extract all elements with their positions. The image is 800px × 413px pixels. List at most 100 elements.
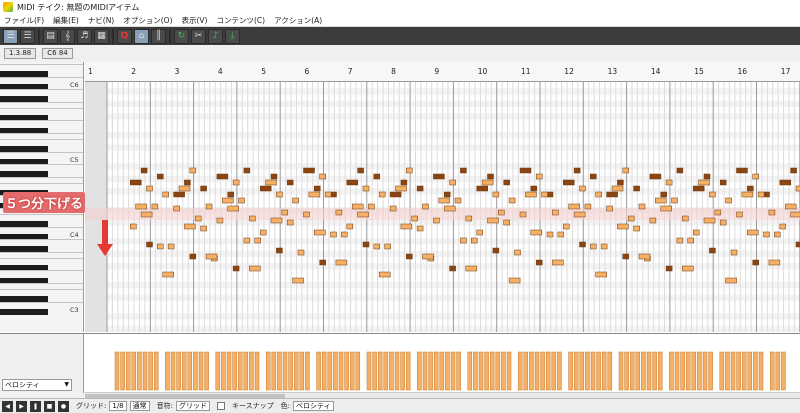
octave-label-c6: C6 bbox=[70, 81, 79, 89]
download-icon[interactable]: ⤓ bbox=[225, 28, 240, 44]
midi-note bbox=[698, 179, 710, 186]
velocity-bar bbox=[741, 351, 747, 391]
treble-clef-icon[interactable]: 𝄞 bbox=[60, 28, 75, 44]
velocity-bar bbox=[545, 351, 551, 391]
midi-note bbox=[622, 253, 630, 260]
midi-note bbox=[286, 179, 294, 186]
midi-note bbox=[752, 173, 759, 180]
midi-note bbox=[460, 167, 467, 174]
midi-note bbox=[487, 217, 499, 224]
midi-note bbox=[216, 217, 224, 224]
arrow-head-icon bbox=[97, 244, 113, 256]
note-pitch-display[interactable]: C6 84 bbox=[42, 47, 73, 59]
white-key-divider bbox=[0, 120, 83, 122]
velocity-bar bbox=[652, 351, 657, 391]
velocity-bar bbox=[691, 351, 697, 391]
menu-view[interactable]: 表示(V) bbox=[182, 15, 208, 26]
measure-number: 17 bbox=[780, 67, 791, 76]
note-grid[interactable] bbox=[85, 82, 800, 332]
timeline-ruler[interactable]: 1 2 3 4 5 6 7 8 9 10 11 12 13 14 15 16 17 bbox=[85, 62, 800, 82]
stop-icon[interactable]: ■ bbox=[44, 400, 55, 412]
velocity-bar bbox=[204, 351, 209, 391]
velocity-bar bbox=[131, 351, 137, 391]
velocity-bar bbox=[747, 351, 753, 391]
menu-edit[interactable]: 編集(E) bbox=[53, 15, 79, 26]
velocity-bars[interactable] bbox=[85, 334, 800, 393]
velocity-bar bbox=[517, 351, 523, 391]
velocity-bar bbox=[165, 351, 170, 391]
midi-note bbox=[498, 209, 505, 216]
measure-number: 9 bbox=[434, 67, 440, 76]
midi-note bbox=[611, 185, 624, 192]
midi-note bbox=[243, 167, 251, 174]
midi-note bbox=[319, 259, 326, 266]
menu-contents[interactable]: コンテンツ(C) bbox=[216, 15, 265, 26]
toolbar: ☰ ☰ ▤ 𝄞 ♬ ▦ Q ⌂ ║ ↻ ✂ ♪ ⤓ bbox=[0, 27, 800, 45]
velocity-bar bbox=[506, 351, 512, 391]
list-icon[interactable]: ☰ bbox=[3, 28, 18, 44]
velocity-bar bbox=[277, 351, 282, 391]
app-logo-icon bbox=[3, 2, 13, 12]
velocity-bar bbox=[467, 351, 473, 391]
color-select[interactable]: ベロシティ bbox=[293, 401, 334, 411]
lane-type-value: ベロシティ bbox=[5, 381, 40, 389]
midi-note bbox=[146, 241, 153, 248]
measure-number: 16 bbox=[737, 67, 748, 76]
loop-icon[interactable]: ↻ bbox=[174, 28, 189, 44]
grid-select[interactable]: 1/8 bbox=[109, 401, 127, 411]
lane-type-select[interactable]: ベロシティ ▼ bbox=[2, 379, 72, 391]
midi-note bbox=[649, 173, 662, 180]
record-icon[interactable]: ✂ bbox=[191, 28, 206, 44]
velocity-bar bbox=[445, 351, 450, 391]
midi-note bbox=[389, 191, 402, 198]
chord-icon[interactable]: ♬ bbox=[77, 28, 92, 44]
menu-actions[interactable]: アクション(A) bbox=[274, 15, 322, 26]
midi-note bbox=[481, 179, 494, 186]
midi-note bbox=[216, 173, 229, 180]
white-key-divider bbox=[0, 89, 83, 90]
midi-note bbox=[617, 223, 629, 230]
midi-note bbox=[222, 197, 234, 204]
play-icon[interactable]: ▶ bbox=[16, 400, 27, 412]
velocity-bar bbox=[501, 351, 506, 391]
note-icon[interactable]: ♪ bbox=[208, 28, 223, 44]
midi-note bbox=[292, 197, 299, 204]
black-key[interactable] bbox=[0, 308, 48, 315]
midi-note bbox=[308, 191, 321, 198]
white-key-divider bbox=[0, 214, 83, 215]
snap-icon[interactable]: ⌂ bbox=[134, 28, 149, 44]
grid-icon[interactable]: ▤ bbox=[43, 28, 58, 44]
midi-note bbox=[649, 217, 657, 224]
velocity-bar bbox=[288, 351, 293, 391]
midi-note bbox=[249, 215, 256, 222]
menu-options[interactable]: オプション(O) bbox=[123, 15, 172, 26]
midi-note bbox=[757, 191, 765, 198]
record-icon[interactable]: ● bbox=[58, 400, 69, 412]
measure-number: 14 bbox=[650, 67, 661, 76]
cursor-position-display[interactable]: 1.3.88 bbox=[4, 47, 37, 59]
quantize-icon[interactable]: Q bbox=[117, 28, 132, 44]
pause-icon[interactable]: ❚ bbox=[30, 400, 41, 412]
menu-navigate[interactable]: ナビ(N) bbox=[88, 15, 114, 26]
grid-icon[interactable]: ▦ bbox=[94, 28, 109, 44]
midi-note bbox=[157, 173, 164, 180]
rewind-icon[interactable]: ◀ bbox=[2, 400, 13, 412]
keysnap-checkbox[interactable] bbox=[216, 402, 225, 410]
measure-number: 8 bbox=[391, 67, 396, 76]
grid-mode-select[interactable]: 通常 bbox=[129, 401, 150, 411]
midi-note bbox=[389, 205, 397, 212]
measure-number: 6 bbox=[304, 67, 310, 76]
midi-note bbox=[784, 203, 797, 210]
pencil-icon[interactable]: ║ bbox=[151, 28, 166, 44]
menu-file[interactable]: ファイル(F) bbox=[4, 15, 44, 26]
midi-note bbox=[346, 223, 354, 230]
midi-note bbox=[774, 231, 781, 238]
velocity-bar bbox=[680, 351, 685, 391]
list-icon[interactable]: ☰ bbox=[20, 28, 35, 44]
midi-note bbox=[454, 197, 462, 204]
sound-select[interactable]: グリッド bbox=[175, 401, 210, 411]
midi-note bbox=[189, 167, 197, 174]
midi-note bbox=[525, 191, 537, 198]
velocity-bar bbox=[629, 351, 635, 391]
measure-number: 1 bbox=[88, 67, 93, 76]
